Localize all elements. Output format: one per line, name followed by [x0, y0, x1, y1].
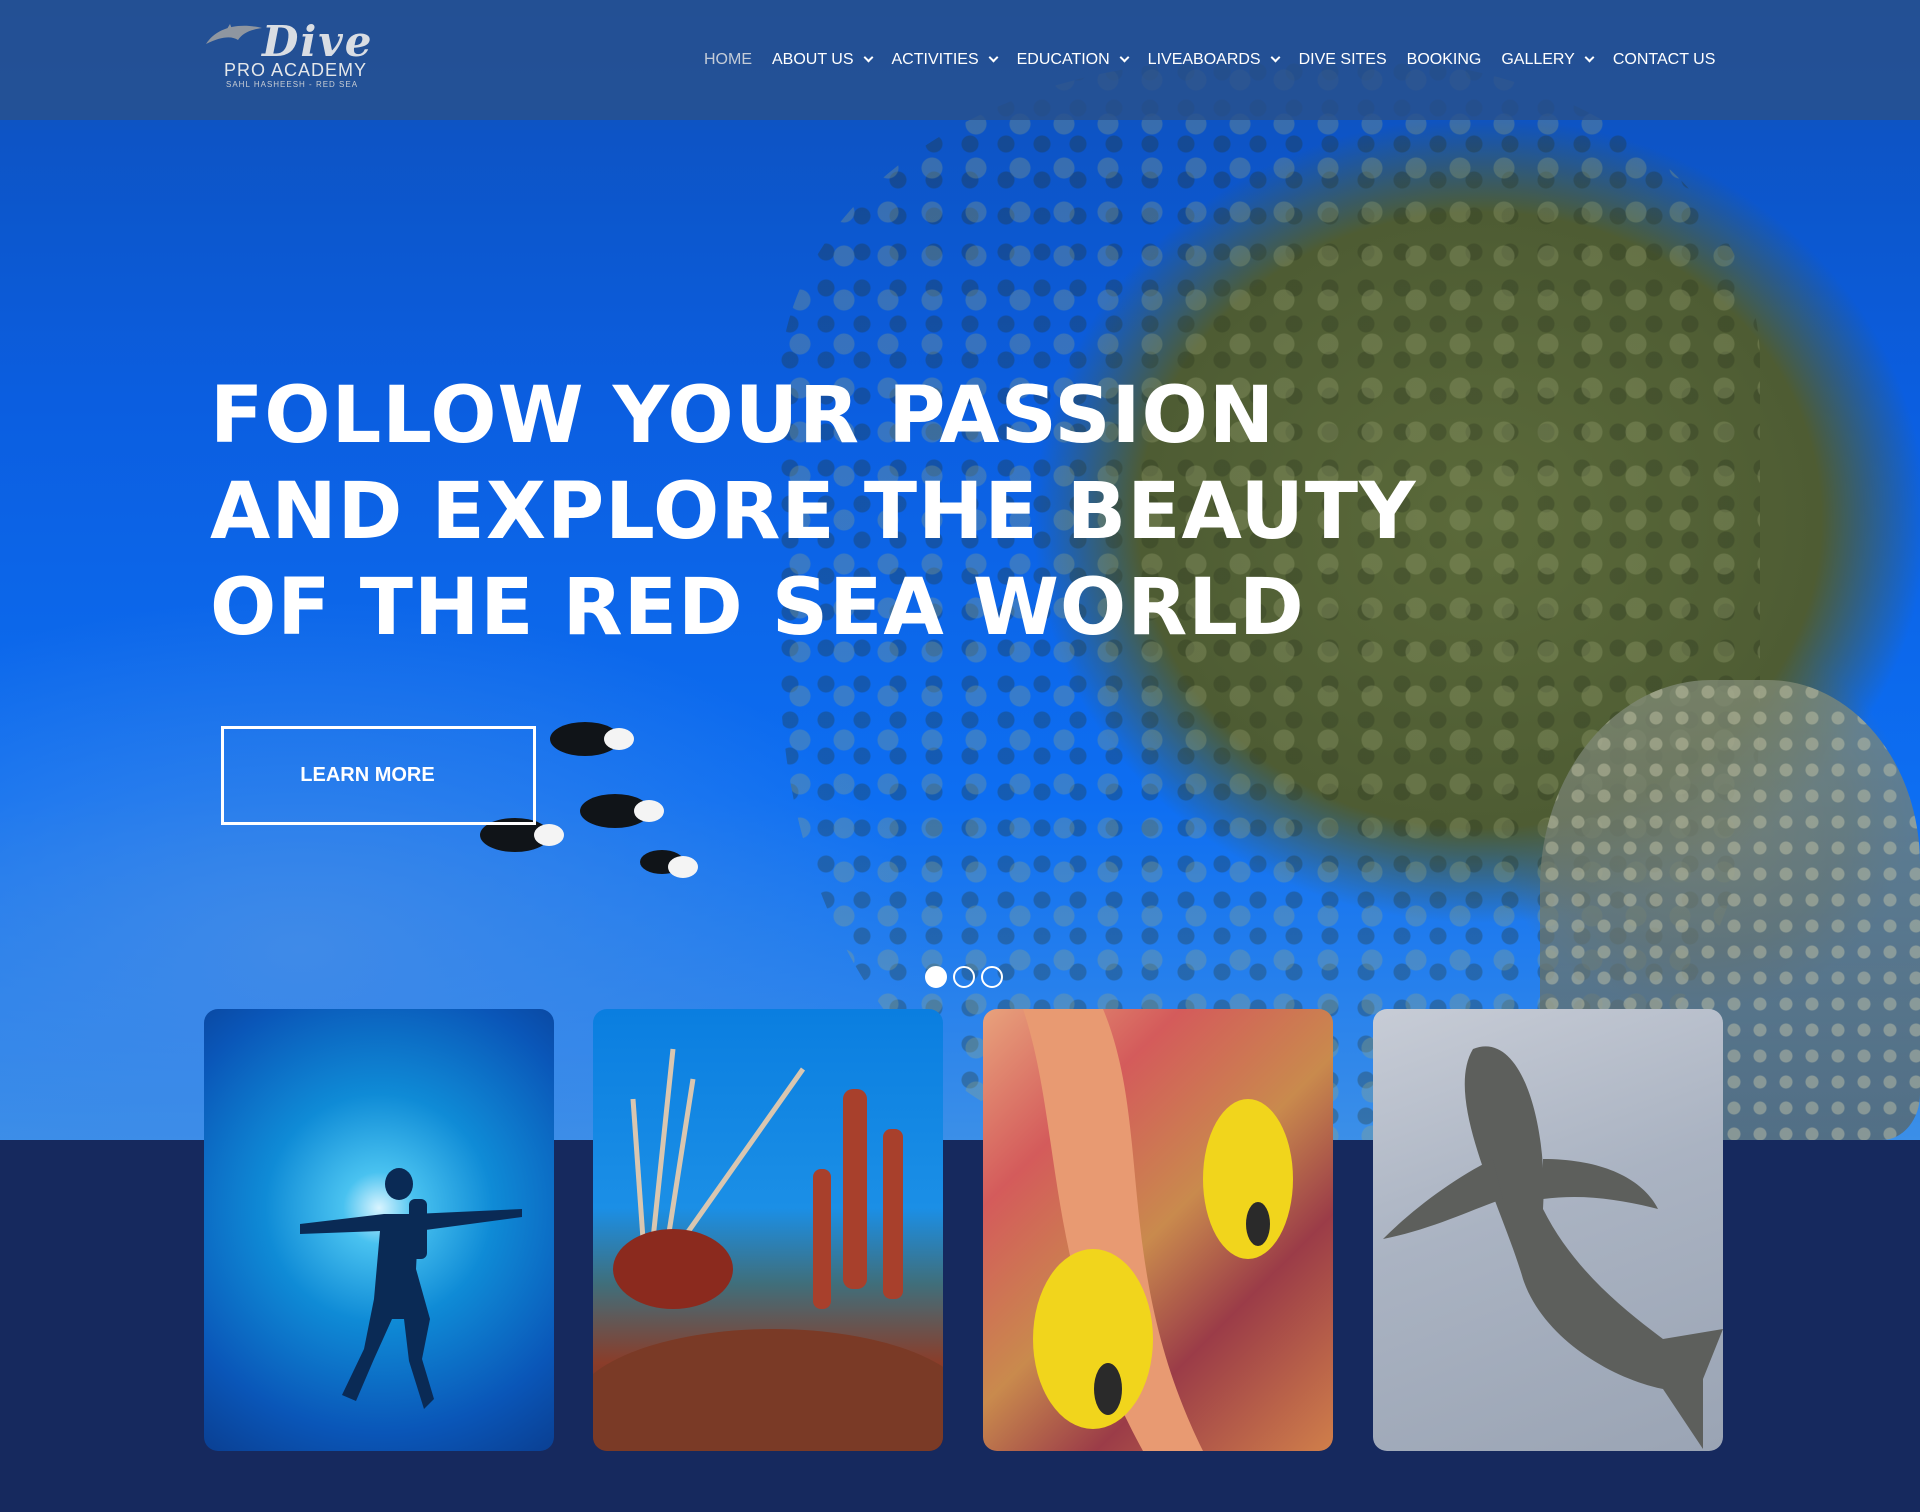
nav-item-label: ACTIVITIES [891, 51, 979, 68]
butterflyfish-photo-icon [1023, 1009, 1293, 1451]
fish-image [550, 722, 634, 756]
logo-tagline: SAHL HASHEESH - RED SEA [226, 80, 359, 89]
gallery-card-shark[interactable] [1373, 1009, 1723, 1451]
nav-item-label: HOME [704, 51, 752, 68]
chevron-down-icon [1270, 52, 1281, 63]
lionfish-photo-icon [593, 1048, 943, 1451]
chevron-down-icon [1119, 52, 1130, 63]
nav-item-label: EDUCATION [1016, 51, 1110, 68]
chevron-down-icon [1584, 52, 1595, 63]
nav-item-home[interactable]: HOME [704, 51, 752, 69]
gallery-card-diver[interactable] [204, 1009, 554, 1451]
nav-item-label: BOOKING [1406, 51, 1482, 68]
hero-slider: FOLLOW YOUR PASSION AND EXPLORE THE BEAU… [0, 0, 1920, 1140]
hero-title-line: OF THE RED SEA WORLD [210, 563, 1305, 653]
nav-item-label: CONTACT US [1612, 51, 1716, 68]
nav-item-label: ABOUT US [772, 51, 854, 68]
main-nav: HOME ABOUT US ACTIVITIES EDUCATION LIVEA… [704, 48, 1715, 72]
hero-title-line: FOLLOW YOUR PASSION [210, 371, 1276, 461]
nav-item-gallery[interactable]: GALLERY [1501, 51, 1595, 69]
slide-dot-1[interactable] [925, 966, 947, 988]
nav-item-education[interactable]: EDUCATION [1016, 51, 1130, 69]
gallery-card-lionfish[interactable] [593, 1009, 943, 1451]
hero-title-line: AND EXPLORE THE BEAUTY [210, 467, 1417, 557]
logo-wordmark: Dive [262, 17, 374, 66]
nav-item-liveaboards[interactable]: LIVEABOARDS [1147, 51, 1281, 69]
nav-item-activities[interactable]: ACTIVITIES [891, 51, 999, 69]
hero-title: FOLLOW YOUR PASSION AND EXPLORE THE BEAU… [210, 368, 1417, 656]
nav-item-label: DIVE SITES [1298, 51, 1387, 68]
nav-item-label: LIVEABOARDS [1147, 51, 1261, 68]
fish-image [640, 850, 698, 878]
slider-pagination [925, 966, 1003, 988]
nav-item-about-us[interactable]: ABOUT US [772, 51, 873, 69]
slide-dot-3[interactable] [981, 966, 1003, 988]
shark-photo-icon [1383, 1046, 1723, 1449]
logo-subtitle: PRO ACADEMY [224, 60, 368, 80]
site-header: Dive PRO ACADEMY SAHL HASHEESH - RED SEA… [0, 0, 1920, 120]
nav-item-label: GALLERY [1501, 51, 1575, 68]
chevron-down-icon [988, 52, 999, 63]
nav-item-dive-sites[interactable]: DIVE SITES [1299, 51, 1387, 69]
logo[interactable]: Dive PRO ACADEMY SAHL HASHEESH - RED SEA [204, 20, 384, 92]
gallery-card-butterflyfish[interactable] [983, 1009, 1333, 1451]
page: FOLLOW YOUR PASSION AND EXPLORE THE BEAU… [0, 0, 1920, 1512]
dolphin-icon [206, 24, 262, 44]
chevron-down-icon [863, 52, 873, 63]
fish-image [580, 794, 664, 828]
nav-item-contact-us[interactable]: CONTACT US [1613, 51, 1716, 69]
diver-photo-icon [300, 1168, 522, 1409]
nav-item-booking[interactable]: BOOKING [1407, 51, 1482, 69]
slide-dot-2[interactable] [953, 966, 975, 988]
learn-more-button[interactable]: LEARN MORE [221, 726, 536, 825]
